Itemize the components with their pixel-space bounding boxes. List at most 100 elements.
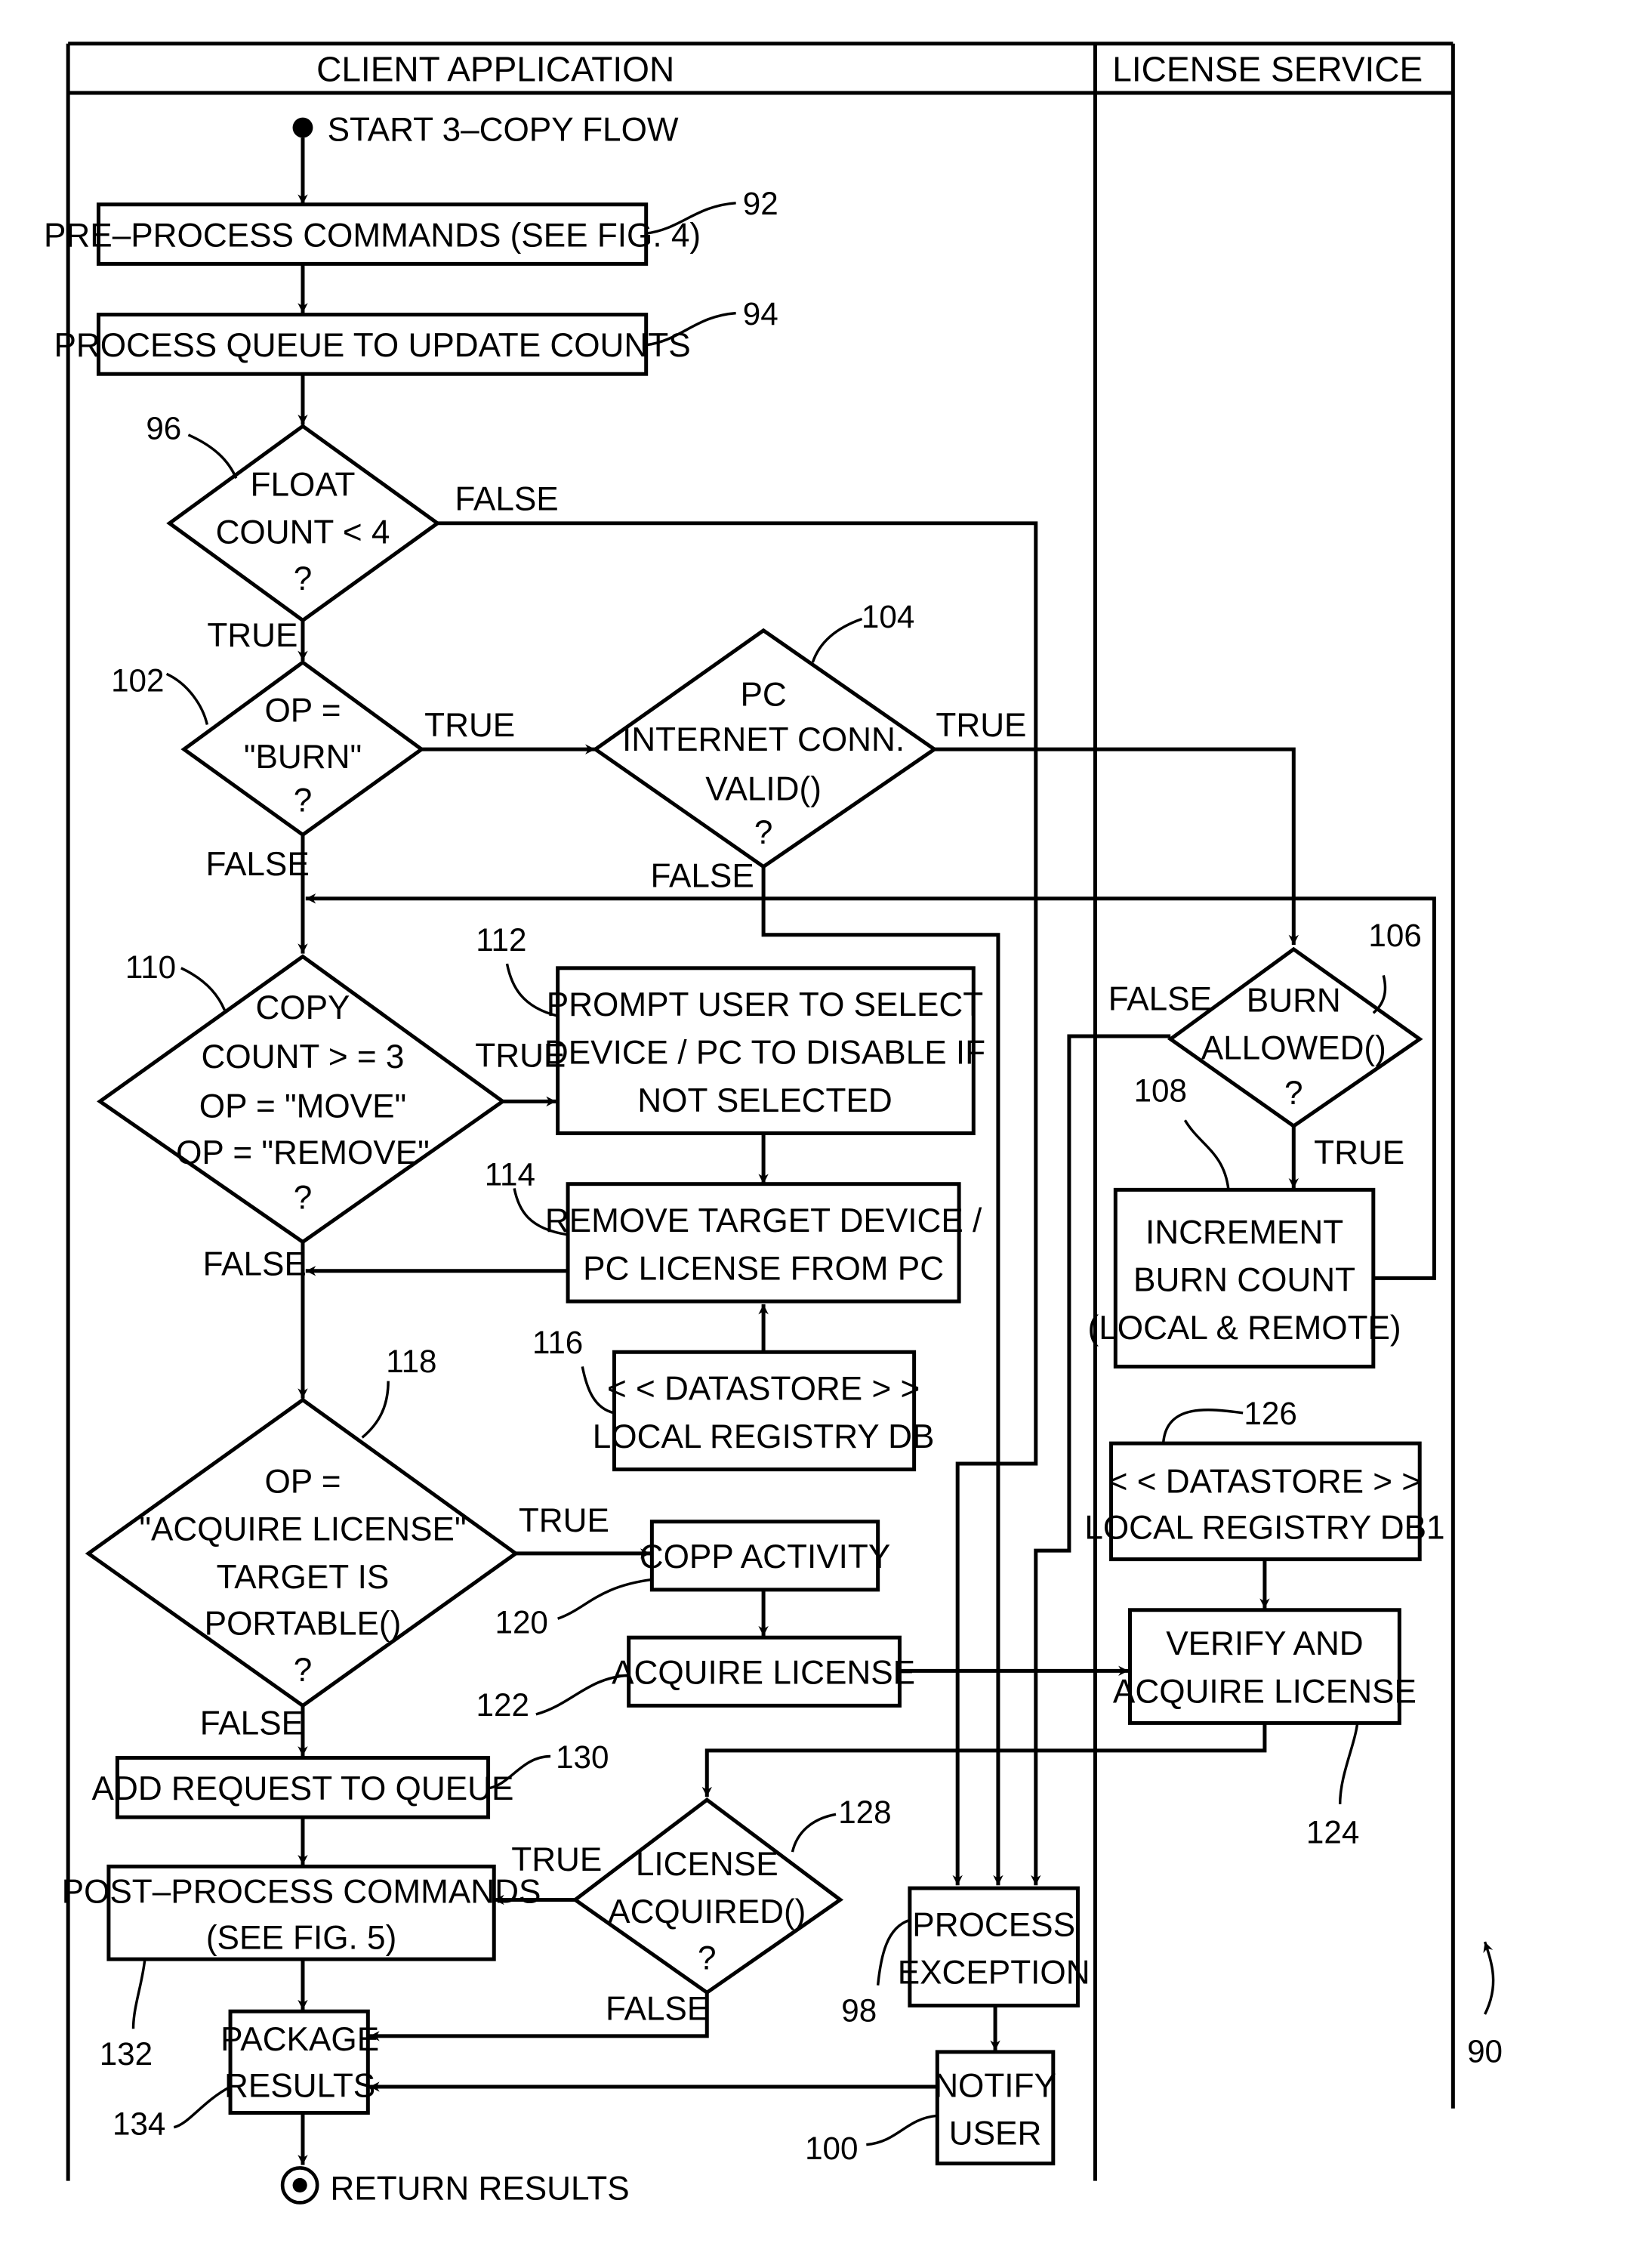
edge-label: FALSE xyxy=(205,846,309,883)
node-prompt-user: PROMPT USER TO SELECT DEVICE / PC TO DIS… xyxy=(544,966,985,1136)
node-text: ? xyxy=(754,814,773,851)
node-text: NOT SELECTED xyxy=(637,1082,892,1119)
node-text: PACKAGE xyxy=(220,2021,379,2058)
edge-label: FALSE xyxy=(200,1705,304,1742)
node-text: LOCAL REGISTRY DB1 xyxy=(1084,1510,1444,1547)
edge-label: FALSE xyxy=(1108,980,1212,1017)
ref-126: 126 xyxy=(1244,1396,1296,1431)
lane-header-client: CLIENT APPLICATION xyxy=(316,50,674,89)
node-text: OP = xyxy=(265,693,341,730)
node-text: ? xyxy=(294,1179,313,1216)
node-text: (SEE FIG. 5) xyxy=(206,1920,396,1957)
node-process-queue: PROCESS QUEUE TO UPDATE COUNTS xyxy=(54,313,691,376)
node-process-exception: PROCESS EXCEPTION xyxy=(898,1886,1090,2008)
node-text: ACQUIRE LICENSE xyxy=(1113,1674,1417,1711)
node-text: LICENSE xyxy=(636,1846,778,1883)
edge-label: TRUE xyxy=(511,1841,602,1878)
edge-label: TRUE xyxy=(1314,1134,1404,1171)
node-text: NOTIFY xyxy=(934,2067,1056,2104)
node-text: TARGET IS xyxy=(217,1559,390,1596)
node-text: PORTABLE() xyxy=(205,1605,402,1642)
node-text: ? xyxy=(1284,1075,1303,1112)
node-text: PROCESS QUEUE TO UPDATE COUNTS xyxy=(54,327,691,364)
node-text: FLOAT xyxy=(251,466,356,503)
node-text: PROMPT USER TO SELECT xyxy=(547,986,983,1023)
node-text: EXCEPTION xyxy=(898,1955,1090,1992)
node-text: RESULTS xyxy=(224,2067,375,2104)
edge-label: TRUE xyxy=(207,617,297,654)
node-text: OP = "MOVE" xyxy=(199,1088,406,1125)
node-increment-burn-count: INCREMENT BURN COUNT (LOCAL & REMOTE) xyxy=(1088,1187,1401,1369)
ref-124: 124 xyxy=(1306,1815,1359,1850)
node-acquire-license: ACQUIRE LICENSE xyxy=(612,1635,915,1708)
ref-94: 94 xyxy=(743,296,778,332)
node-post-process-commands: POST–PROCESS COMMANDS (SEE FIG. 5) xyxy=(62,1864,541,1961)
ref-110: 110 xyxy=(125,949,176,985)
decision-acquire-license: OP = "ACQUIRE LICENSE" TARGET IS PORTABL… xyxy=(85,1397,519,1708)
node-text: ALLOWED() xyxy=(1201,1030,1386,1067)
decision-op-burn: OP = "BURN" ? xyxy=(180,659,425,838)
ref-120: 120 xyxy=(495,1604,547,1640)
end-label: RETURN RESULTS xyxy=(330,2171,629,2208)
ref-132: 132 xyxy=(100,2036,153,2072)
datastore-local-registry-db1: < < DATASTORE > > LOCAL REGISTRY DB1 xyxy=(1084,1441,1445,1562)
node-text: "BURN" xyxy=(244,739,362,776)
decision-license-acquired: LICENSE ACQUIRED() ? xyxy=(572,1797,844,1995)
ref-112: 112 xyxy=(476,922,526,958)
node-text: ADD REQUEST TO QUEUE xyxy=(92,1770,514,1807)
edge-label: TRUE xyxy=(936,707,1026,744)
node-notify-user: NOTIFY USER xyxy=(934,2050,1056,2166)
node-copp-activity: COPP ACTIVITY xyxy=(640,1520,891,1592)
node-text: COPP ACTIVITY xyxy=(640,1538,891,1575)
node-text: COUNT > = 3 xyxy=(202,1038,405,1075)
node-text: < < DATASTORE > > xyxy=(1108,1463,1421,1500)
node-text: ? xyxy=(294,560,313,597)
ref-106: 106 xyxy=(1368,918,1421,953)
lane-header-service: LICENSE SERVICE xyxy=(1112,50,1423,89)
node-text: USER xyxy=(949,2115,1042,2152)
node-text: PC LICENSE FROM PC xyxy=(583,1250,944,1287)
node-text: INCREMENT xyxy=(1145,1214,1343,1251)
ref-114: 114 xyxy=(485,1157,535,1193)
edge-label: TRUE xyxy=(519,1502,609,1539)
edge-label: TRUE xyxy=(424,707,515,744)
ref-figure-90: 90 xyxy=(1467,2033,1503,2069)
node-text: "ACQUIRE LICENSE" xyxy=(139,1511,466,1548)
node-text: OP = "REMOVE" xyxy=(176,1134,430,1171)
node-text: OP = xyxy=(265,1463,341,1500)
ref-102: 102 xyxy=(111,662,164,698)
ref-118: 118 xyxy=(386,1344,436,1379)
flowchart: CLIENT APPLICATION LICENSE SERVICE START… xyxy=(44,42,1503,2208)
ref-130: 130 xyxy=(556,1739,609,1775)
node-text: INTERNET CONN. xyxy=(622,721,905,758)
node-text: COUNT < 4 xyxy=(216,514,390,551)
node-text: PC xyxy=(740,677,786,714)
ref-116: 116 xyxy=(532,1325,583,1360)
node-text: REMOVE TARGET DEVICE / xyxy=(545,1202,982,1239)
node-text: DEVICE / PC TO DISABLE IF xyxy=(544,1034,985,1071)
node-text: ? xyxy=(698,1940,717,1977)
edges xyxy=(297,137,1436,2165)
ref-108: 108 xyxy=(1134,1072,1187,1108)
datastore-local-registry-db: < < DATASTORE > > LOCAL REGISTRY DB xyxy=(593,1350,935,1472)
decision-copy-count: COPY COUNT > = 3 OP = "MOVE" OP = "REMOV… xyxy=(97,954,507,1245)
node-pre-process-commands: PRE–PROCESS COMMANDS (SEE FIG. 4) xyxy=(44,202,701,266)
start-label: START 3–COPY FLOW xyxy=(328,111,679,148)
node-text: PROCESS xyxy=(912,1906,1075,1943)
edge-label: FALSE xyxy=(203,1246,307,1283)
node-package-results: PACKAGE RESULTS xyxy=(220,2009,379,2115)
node-text: POST–PROCESS COMMANDS xyxy=(62,1873,541,1910)
decision-internet-conn: PC INTERNET CONN. VALID() ? xyxy=(592,628,938,869)
ref-128: 128 xyxy=(838,1794,891,1830)
node-text: LOCAL REGISTRY DB xyxy=(593,1418,935,1455)
node-text: ACQUIRED() xyxy=(608,1893,806,1930)
node-text: < < DATASTORE > > xyxy=(607,1371,920,1408)
node-text: BURN xyxy=(1247,982,1341,1019)
ref-98: 98 xyxy=(841,1993,877,2029)
edge-label: FALSE xyxy=(455,481,558,518)
end-node-icon xyxy=(280,2166,319,2205)
node-text: ? xyxy=(294,782,313,819)
ref-104: 104 xyxy=(862,599,914,634)
node-text: VALID() xyxy=(705,770,822,807)
node-add-request-to-queue: ADD REQUEST TO QUEUE xyxy=(92,1755,514,1819)
